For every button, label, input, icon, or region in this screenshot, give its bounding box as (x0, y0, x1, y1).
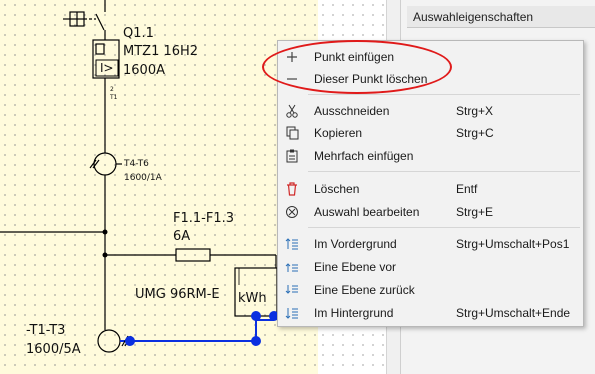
menu-item-cut[interactable]: Ausschneiden Strg+X (278, 100, 583, 122)
pin-label-t1: T1 (110, 94, 118, 101)
fuse-rating: 6A (173, 229, 191, 244)
highlight-annotation (262, 40, 452, 94)
menu-separator (308, 227, 580, 228)
breaker-rating: 1600A (123, 63, 165, 78)
trash-icon (287, 182, 297, 196)
properties-header: Auswahleigenschaften (407, 6, 595, 28)
breaker-trip-symbol: I> (100, 61, 114, 75)
breaker-contact (95, 13, 105, 31)
menu-item-bring-to-front[interactable]: Im Vordergrund Strg+Umschalt+Pos1 (278, 233, 583, 255)
ct-top-ratio: 1600/1A (124, 173, 162, 183)
breaker-name: Q1.1 (123, 26, 154, 41)
menu-item-send-backward[interactable]: Eine Ebene zurück (278, 279, 583, 301)
paste-multiple-icon (286, 149, 298, 163)
fuse-name: F1.1-F1.3 (173, 211, 234, 226)
selection-handle (251, 336, 261, 346)
menu-item-delete[interactable]: Löschen Entf (278, 178, 583, 200)
copy-icon (286, 126, 299, 140)
bring-to-front-icon (285, 238, 298, 250)
pin-label-2: 2 (110, 86, 114, 93)
menu-item-bring-forward[interactable]: Eine Ebene vor (278, 256, 583, 278)
send-to-back-icon (285, 308, 298, 319)
junction-dot (102, 229, 108, 235)
scissors-icon (286, 104, 298, 118)
selection-handle (251, 311, 261, 321)
junction-dot (102, 252, 108, 258)
selection-handle (125, 336, 135, 346)
fuse-symbol (175, 248, 211, 262)
ct-top-name: T4-T6 (124, 159, 149, 169)
send-backward-icon (285, 285, 298, 294)
menu-separator (308, 94, 580, 95)
breaker-type: MTZ1 16H2 (123, 44, 199, 59)
menu-item-send-to-back[interactable]: Im Hintergrund Strg+Umschalt+Ende (278, 302, 583, 324)
meter-name: UMG 96RM-E (135, 287, 220, 302)
meter-unit: kWh (238, 291, 267, 306)
ct-bottom-ratio: 1600/5A (26, 342, 81, 357)
ct-bottom-symbol (97, 329, 121, 353)
menu-item-edit-selection[interactable]: Auswahl bearbeiten Strg+E (278, 201, 583, 223)
menu-item-paste-multiple[interactable]: Mehrfach einfügen (278, 145, 583, 167)
menu-item-copy[interactable]: Kopieren Strg+C (278, 122, 583, 144)
bring-forward-icon (285, 263, 298, 272)
edit-selection-icon (286, 206, 298, 218)
menu-separator (308, 171, 580, 172)
ct-bottom-name: -T1-T3 (26, 323, 66, 338)
ct-top-symbol (93, 152, 117, 176)
